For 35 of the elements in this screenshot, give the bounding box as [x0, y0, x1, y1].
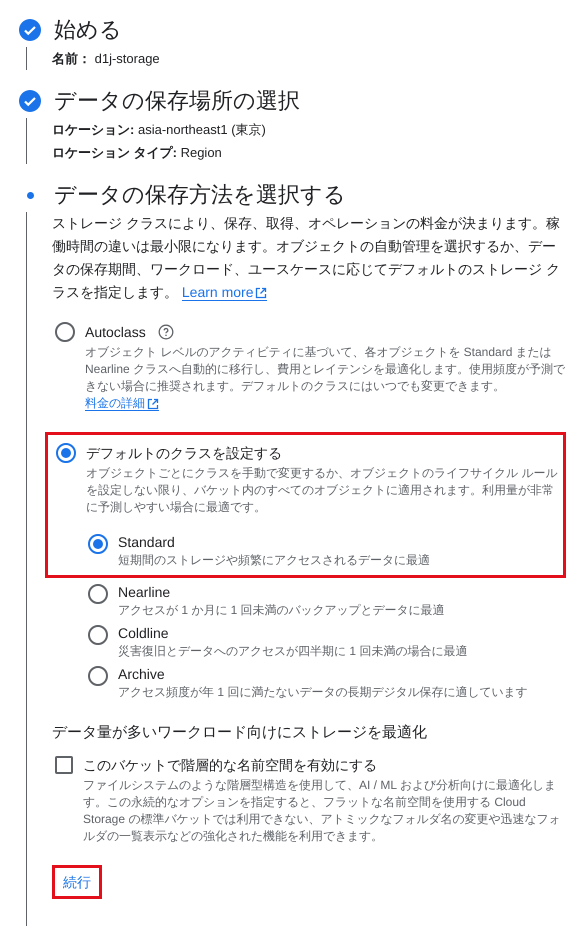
step-title: 始める: [54, 16, 122, 44]
intro-text: ストレージ クラスにより、保存、取得、オペレーションの料金が決まります。稼働時間の違いは最小限になります。オブジェクトの自動管理を選択するか、データの保存期間、ワークロード、ユースケースに応じてデフォルトのストレージ クラスを指定します。 Learn more: [52, 214, 561, 303]
checkbox-label: このバケットで階層的な名前空間を有効にする: [83, 756, 378, 775]
step-title: データの保存場所の選択: [54, 87, 300, 115]
detail-line: ロケーション タイプ: Region: [52, 144, 223, 162]
option-description: オブジェクトごとにクラスを手動で変更するか、オブジェクトのライフサイクル ルールを設定しない限り、バケット内のすべてのオブジェクトに適用されます。利用量が非常に予測しやすい場合に最適です。: [86, 465, 558, 516]
help-icon[interactable]: [158, 324, 174, 340]
option-label: デフォルトのクラスを設定する: [86, 444, 282, 463]
continue-button[interactable]: 続行: [52, 865, 102, 899]
radio-button[interactable]: [55, 322, 75, 342]
external-link-icon: [147, 398, 159, 410]
option-description: アクセス頻度が年 1 回に満たないデータの長期デジタル保存に適しています: [118, 684, 528, 701]
option-label: Nearline: [118, 583, 172, 602]
option-description: オブジェクト レベルのアクティビティに基づいて、各オブジェクトを Standard または Nearline クラスへ自動的に移行し、費用とレイテンシを最適化します。使用頻度が予測できない場合に推奨されます。デフォルトのクラスにはいつでも変更できます。 料金の詳細: [85, 344, 566, 412]
option-label: Coldline: [118, 624, 170, 643]
option-label: Archive: [118, 665, 166, 684]
detail-line: 名前： d1j-storage: [52, 50, 161, 68]
option-description: アクセスが 1 か月に 1 回未満のバックアップとデータに最適: [118, 602, 445, 619]
pricing-link[interactable]: 料金の詳細: [85, 396, 159, 411]
section-heading: データ量が多いワークロード向けにストレージを最適化: [52, 723, 428, 743]
detail-line: ロケーション: asia-northeast1 (東京): [52, 121, 267, 139]
option-label: Standard: [118, 533, 176, 552]
radio-button[interactable]: [88, 625, 108, 645]
step-title: データの保存方法を選択する: [54, 181, 346, 209]
external-link-icon: [255, 287, 268, 300]
radio-button[interactable]: [88, 666, 108, 686]
option-description: 短期間のストレージや頻繁にアクセスされるデータに最適: [118, 552, 430, 569]
learn-more-link[interactable]: Learn more: [182, 284, 268, 301]
checkbox-description: ファイルシステムのような階層型構造を使用して、AI / ML および分析向けに最適化します。この永続的なオプションを指定すると、フラットな名前空間を使用する Cloud Storage の標準バケットでは利用できない、アトミックなフォルダ名の変更や迅速なフォルダの一覧表示などの強化された機能を利用できます。: [83, 777, 562, 845]
option-label: Autoclass: [85, 323, 146, 342]
option-description: 災害復旧とデータへのアクセスが四半期に 1 回未満の場合に最適: [118, 643, 468, 660]
radio-button[interactable]: [88, 584, 108, 604]
checkbox[interactable]: [55, 756, 73, 774]
radio-button[interactable]: [88, 534, 108, 554]
radio-button[interactable]: [56, 443, 76, 463]
